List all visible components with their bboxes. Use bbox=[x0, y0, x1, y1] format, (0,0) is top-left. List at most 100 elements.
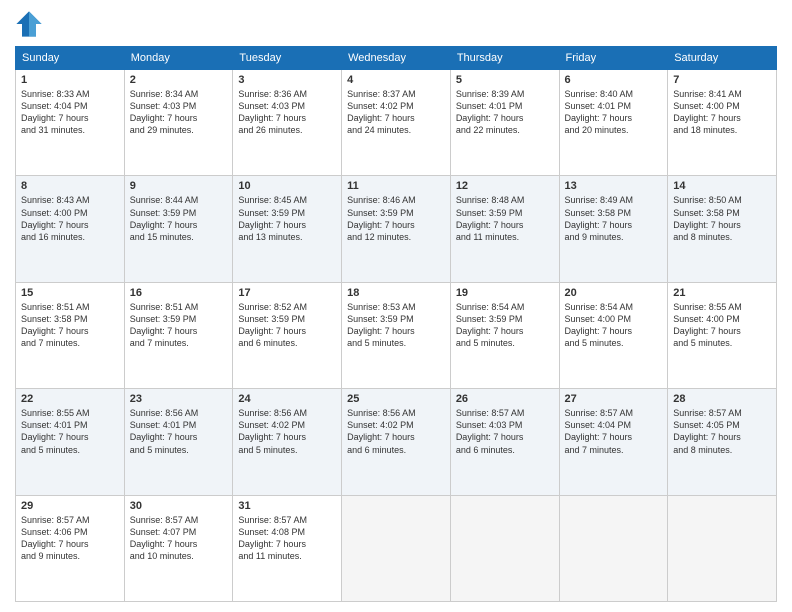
calendar-cell: 11 Sunrise: 8:46 AM Sunset: 3:59 PM Dayli… bbox=[342, 176, 451, 282]
day-number: 17 bbox=[238, 287, 336, 299]
calendar-cell: 17 Sunrise: 8:52 AM Sunset: 3:59 PM Dayli… bbox=[233, 282, 342, 388]
calendar-cell: 16 Sunrise: 8:51 AM Sunset: 3:59 PM Dayli… bbox=[124, 282, 233, 388]
cell-info: Sunrise: 8:37 AM Sunset: 4:02 PM Dayligh… bbox=[347, 88, 445, 137]
day-number: 7 bbox=[673, 74, 771, 86]
day-number: 12 bbox=[456, 180, 554, 192]
calendar-cell: 19Sunrise: 8:54 AM Sunset: 3:59 PM Dayli… bbox=[450, 282, 559, 388]
calendar-cell: 31 Sunrise: 8:57 AM Sunset: 4:08 PM Dayli… bbox=[233, 495, 342, 601]
calendar-cell: 18Sunrise: 8:53 AM Sunset: 3:59 PM Dayli… bbox=[342, 282, 451, 388]
calendar-cell: 4 Sunrise: 8:37 AM Sunset: 4:02 PM Daylig… bbox=[342, 70, 451, 176]
calendar-cell: 27 Sunrise: 8:57 AM Sunset: 4:04 PM Dayli… bbox=[559, 389, 668, 495]
day-number: 4 bbox=[347, 74, 445, 86]
calendar-cell: 23 Sunrise: 8:56 AM Sunset: 4:01 PM Dayli… bbox=[124, 389, 233, 495]
calendar-cell: 25Sunrise: 8:56 AM Sunset: 4:02 PM Dayli… bbox=[342, 389, 451, 495]
calendar-row: 29 Sunrise: 8:57 AM Sunset: 4:06 PM Dayli… bbox=[16, 495, 777, 601]
day-number: 9 bbox=[130, 180, 228, 192]
calendar-cell: 8Sunrise: 8:43 AM Sunset: 4:00 PM Daylig… bbox=[16, 176, 125, 282]
calendar-cell: 10 Sunrise: 8:45 AM Sunset: 3:59 PM Dayli… bbox=[233, 176, 342, 282]
cell-info: Sunrise: 8:56 AM Sunset: 4:02 PM Dayligh… bbox=[238, 407, 336, 456]
day-number: 29 bbox=[21, 500, 119, 512]
header bbox=[15, 10, 777, 38]
calendar-cell bbox=[450, 495, 559, 601]
calendar-cell: 5 Sunrise: 8:39 AM Sunset: 4:01 PM Daylig… bbox=[450, 70, 559, 176]
cell-info: Sunrise: 8:57 AM Sunset: 4:05 PM Dayligh… bbox=[673, 407, 771, 456]
day-number: 21 bbox=[673, 287, 771, 299]
cell-info: Sunrise: 8:40 AM Sunset: 4:01 PM Dayligh… bbox=[565, 88, 663, 137]
calendar-cell: 26 Sunrise: 8:57 AM Sunset: 4:03 PM Dayli… bbox=[450, 389, 559, 495]
cell-info: Sunrise: 8:50 AM Sunset: 3:58 PM Dayligh… bbox=[673, 194, 771, 243]
page: SundayMondayTuesdayWednesdayThursdayFrid… bbox=[0, 0, 792, 612]
day-number: 27 bbox=[565, 393, 663, 405]
weekday-header: Saturday bbox=[668, 47, 777, 70]
calendar-header-row: SundayMondayTuesdayWednesdayThursdayFrid… bbox=[16, 47, 777, 70]
weekday-header: Tuesday bbox=[233, 47, 342, 70]
weekday-header: Sunday bbox=[16, 47, 125, 70]
cell-info: Sunrise: 8:46 AM Sunset: 3:59 PM Dayligh… bbox=[347, 194, 445, 243]
weekday-header: Friday bbox=[559, 47, 668, 70]
calendar-cell: 12 Sunrise: 8:48 AM Sunset: 3:59 PM Dayli… bbox=[450, 176, 559, 282]
cell-info: Sunrise: 8:55 AM Sunset: 4:01 PM Dayligh… bbox=[21, 407, 119, 456]
calendar-cell: 20Sunrise: 8:54 AM Sunset: 4:00 PM Dayli… bbox=[559, 282, 668, 388]
calendar-cell bbox=[559, 495, 668, 601]
day-number: 11 bbox=[347, 180, 445, 192]
cell-info: Sunrise: 8:45 AM Sunset: 3:59 PM Dayligh… bbox=[238, 194, 336, 243]
day-number: 18 bbox=[347, 287, 445, 299]
day-number: 19 bbox=[456, 287, 554, 299]
calendar-cell: 15Sunrise: 8:51 AM Sunset: 3:58 PM Dayli… bbox=[16, 282, 125, 388]
weekday-header: Thursday bbox=[450, 47, 559, 70]
cell-info: Sunrise: 8:51 AM Sunset: 3:58 PM Dayligh… bbox=[21, 301, 119, 350]
cell-info: Sunrise: 8:33 AM Sunset: 4:04 PM Dayligh… bbox=[21, 88, 119, 137]
cell-info: Sunrise: 8:36 AM Sunset: 4:03 PM Dayligh… bbox=[238, 88, 336, 137]
calendar-cell: 22 Sunrise: 8:55 AM Sunset: 4:01 PM Dayli… bbox=[16, 389, 125, 495]
calendar-cell: 6Sunrise: 8:40 AM Sunset: 4:01 PM Daylig… bbox=[559, 70, 668, 176]
day-number: 24 bbox=[238, 393, 336, 405]
day-number: 26 bbox=[456, 393, 554, 405]
calendar-cell: 24 Sunrise: 8:56 AM Sunset: 4:02 PM Dayli… bbox=[233, 389, 342, 495]
day-number: 2 bbox=[130, 74, 228, 86]
day-number: 5 bbox=[456, 74, 554, 86]
cell-info: Sunrise: 8:48 AM Sunset: 3:59 PM Dayligh… bbox=[456, 194, 554, 243]
cell-info: Sunrise: 8:57 AM Sunset: 4:07 PM Dayligh… bbox=[130, 514, 228, 563]
calendar-cell: 3Sunrise: 8:36 AM Sunset: 4:03 PM Daylig… bbox=[233, 70, 342, 176]
calendar-cell: 30 Sunrise: 8:57 AM Sunset: 4:07 PM Dayli… bbox=[124, 495, 233, 601]
day-number: 23 bbox=[130, 393, 228, 405]
cell-info: Sunrise: 8:49 AM Sunset: 3:58 PM Dayligh… bbox=[565, 194, 663, 243]
day-number: 30 bbox=[130, 500, 228, 512]
day-number: 10 bbox=[238, 180, 336, 192]
weekday-header: Monday bbox=[124, 47, 233, 70]
calendar-cell: 2 Sunrise: 8:34 AM Sunset: 4:03 PM Daylig… bbox=[124, 70, 233, 176]
weekday-header: Wednesday bbox=[342, 47, 451, 70]
cell-info: Sunrise: 8:51 AM Sunset: 3:59 PM Dayligh… bbox=[130, 301, 228, 350]
day-number: 16 bbox=[130, 287, 228, 299]
cell-info: Sunrise: 8:39 AM Sunset: 4:01 PM Dayligh… bbox=[456, 88, 554, 137]
day-number: 31 bbox=[238, 500, 336, 512]
calendar-row: 8Sunrise: 8:43 AM Sunset: 4:00 PM Daylig… bbox=[16, 176, 777, 282]
cell-info: Sunrise: 8:55 AM Sunset: 4:00 PM Dayligh… bbox=[673, 301, 771, 350]
calendar-table: SundayMondayTuesdayWednesdayThursdayFrid… bbox=[15, 46, 777, 602]
calendar-cell: 29 Sunrise: 8:57 AM Sunset: 4:06 PM Dayli… bbox=[16, 495, 125, 601]
calendar-cell bbox=[342, 495, 451, 601]
cell-info: Sunrise: 8:57 AM Sunset: 4:08 PM Dayligh… bbox=[238, 514, 336, 563]
calendar-cell: 14 Sunrise: 8:50 AM Sunset: 3:58 PM Dayli… bbox=[668, 176, 777, 282]
day-number: 14 bbox=[673, 180, 771, 192]
cell-info: Sunrise: 8:57 AM Sunset: 4:06 PM Dayligh… bbox=[21, 514, 119, 563]
day-number: 22 bbox=[21, 393, 119, 405]
day-number: 1 bbox=[21, 74, 119, 86]
cell-info: Sunrise: 8:56 AM Sunset: 4:01 PM Dayligh… bbox=[130, 407, 228, 456]
day-number: 28 bbox=[673, 393, 771, 405]
cell-info: Sunrise: 8:57 AM Sunset: 4:03 PM Dayligh… bbox=[456, 407, 554, 456]
cell-info: Sunrise: 8:52 AM Sunset: 3:59 PM Dayligh… bbox=[238, 301, 336, 350]
day-number: 25 bbox=[347, 393, 445, 405]
cell-info: Sunrise: 8:41 AM Sunset: 4:00 PM Dayligh… bbox=[673, 88, 771, 137]
cell-info: Sunrise: 8:54 AM Sunset: 4:00 PM Dayligh… bbox=[565, 301, 663, 350]
calendar-cell: 7 Sunrise: 8:41 AM Sunset: 4:00 PM Daylig… bbox=[668, 70, 777, 176]
calendar-cell: 28 Sunrise: 8:57 AM Sunset: 4:05 PM Dayli… bbox=[668, 389, 777, 495]
cell-info: Sunrise: 8:44 AM Sunset: 3:59 PM Dayligh… bbox=[130, 194, 228, 243]
day-number: 13 bbox=[565, 180, 663, 192]
day-number: 8 bbox=[21, 180, 119, 192]
cell-info: Sunrise: 8:34 AM Sunset: 4:03 PM Dayligh… bbox=[130, 88, 228, 137]
calendar-row: 1 Sunrise: 8:33 AM Sunset: 4:04 PM Daylig… bbox=[16, 70, 777, 176]
calendar-cell: 1 Sunrise: 8:33 AM Sunset: 4:04 PM Daylig… bbox=[16, 70, 125, 176]
calendar-row: 15Sunrise: 8:51 AM Sunset: 3:58 PM Dayli… bbox=[16, 282, 777, 388]
cell-info: Sunrise: 8:57 AM Sunset: 4:04 PM Dayligh… bbox=[565, 407, 663, 456]
